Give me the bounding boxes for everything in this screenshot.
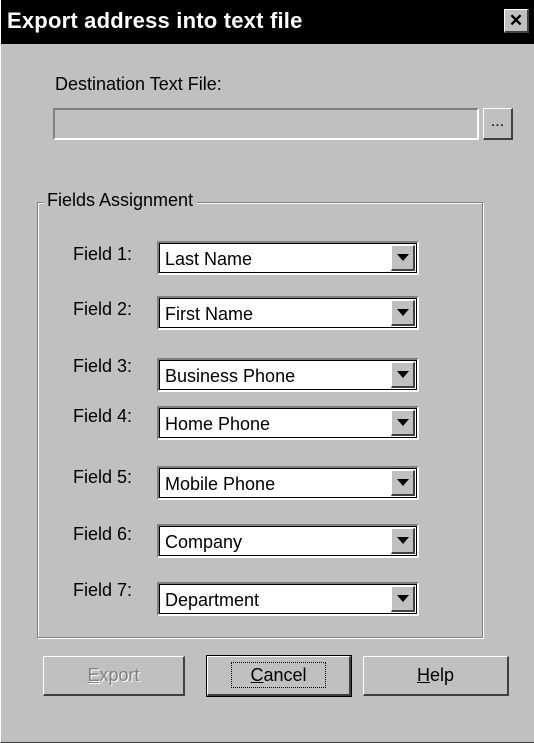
help-mnemonic: H — [416, 665, 430, 685]
dropdown-arrow-icon[interactable] — [391, 528, 415, 554]
field-5-select[interactable]: Mobile Phone — [157, 466, 419, 500]
dropdown-arrow-icon[interactable] — [391, 470, 415, 496]
dropdown-arrow-icon[interactable] — [391, 410, 415, 436]
field-2-select[interactable]: First Name — [157, 296, 419, 330]
field-4-select[interactable]: Home Phone — [157, 406, 419, 440]
title-bar[interactable]: Export address into text file ✕ — [1, 0, 534, 44]
field-6-value: Company — [165, 532, 243, 552]
fields-assignment-legend: Fields Assignment — [43, 190, 198, 211]
dropdown-arrow-icon[interactable] — [391, 245, 415, 271]
field-1-label: Field 1: — [73, 244, 133, 264]
dropdown-arrow-icon[interactable] — [391, 300, 415, 326]
field-6-select[interactable]: Company — [157, 524, 419, 558]
field-3-value: Business Phone — [165, 366, 296, 386]
cancel-label-rest: ancel — [263, 665, 307, 685]
dropdown-arrow-icon[interactable] — [391, 586, 415, 612]
field-7-label: Field 7: — [73, 580, 133, 600]
field-5-value: Mobile Phone — [165, 474, 276, 494]
export-mnemonic: E — [87, 665, 100, 685]
help-label-rest: elp — [429, 665, 455, 685]
window-title: Export address into text file — [7, 8, 303, 33]
cancel-mnemonic: C — [250, 665, 264, 685]
dropdown-arrow-icon[interactable] — [391, 362, 415, 388]
export-label-rest: xport — [99, 665, 140, 685]
help-button[interactable]: Help — [363, 656, 509, 696]
field-7-value: Department — [165, 590, 260, 610]
field-2-label: Field 2: — [73, 299, 133, 319]
field-6-label: Field 6: — [73, 524, 133, 544]
field-4-label: Field 4: — [73, 406, 133, 426]
field-7-select[interactable]: Department — [157, 582, 419, 616]
field-3-select[interactable]: Business Phone — [157, 358, 419, 392]
field-1-value: Last Name — [165, 249, 253, 269]
destination-label: Destination Text File: — [55, 74, 222, 94]
field-4-value: Home Phone — [165, 414, 271, 434]
field-5-label: Field 5: — [73, 467, 133, 487]
export-dialog: Export address into text file ✕ Destinat… — [0, 0, 534, 743]
browse-button[interactable]: ... — [483, 108, 513, 140]
field-1-select[interactable]: Last Name — [157, 241, 419, 275]
destination-path-field[interactable] — [53, 108, 479, 140]
field-3-label: Field 3: — [73, 356, 133, 376]
field-2-value: First Name — [165, 304, 254, 324]
cancel-button[interactable]: Cancel — [206, 655, 352, 697]
close-button[interactable]: ✕ — [504, 9, 529, 33]
export-button[interactable]: Export — [43, 656, 185, 696]
close-icon: ✕ — [508, 11, 524, 30]
